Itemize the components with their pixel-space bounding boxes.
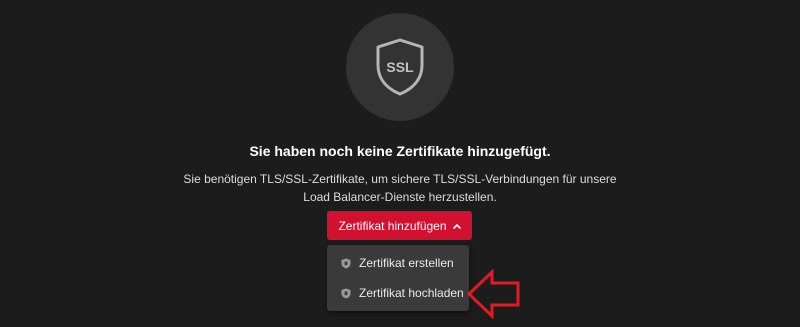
ssl-badge: SSL: [346, 13, 454, 121]
add-certificate-dropdown: Zertifikat erstellen Zertifikat hochlade…: [327, 245, 469, 311]
ssl-badge-text: SSL: [386, 59, 414, 75]
menu-item-upload-label: Zertifikat hochladen: [359, 286, 464, 300]
description-line-1: Sie benötigen TLS/SSL-Zertifikate, um si…: [183, 172, 617, 186]
menu-item-upload-certificate[interactable]: Zertifikat hochladen: [327, 279, 469, 307]
menu-item-create-label: Zertifikat erstellen: [359, 256, 454, 270]
menu-item-create-certificate[interactable]: Zertifikat erstellen: [327, 249, 469, 277]
empty-state-page: SSL Sie haben noch keine Zertifikate hin…: [0, 0, 800, 327]
chevron-up-icon: [452, 223, 461, 229]
empty-state-description: Sie benötigen TLS/SSL-Zertifikate, um si…: [150, 170, 650, 206]
red-arrow-icon: [466, 269, 520, 319]
empty-state-headline: Sie haben noch keine Zertifikate hinzuge…: [249, 143, 551, 159]
add-certificate-label: Zertifikat hinzufügen: [338, 218, 447, 233]
ssl-shield-icon: SSL: [376, 38, 424, 96]
shield-icon: [341, 288, 351, 299]
description-line-2: Load Balancer-Dienste herzustellen.: [303, 190, 497, 204]
add-certificate-button[interactable]: Zertifikat hinzufügen: [327, 211, 472, 240]
shield-icon: [341, 258, 351, 269]
